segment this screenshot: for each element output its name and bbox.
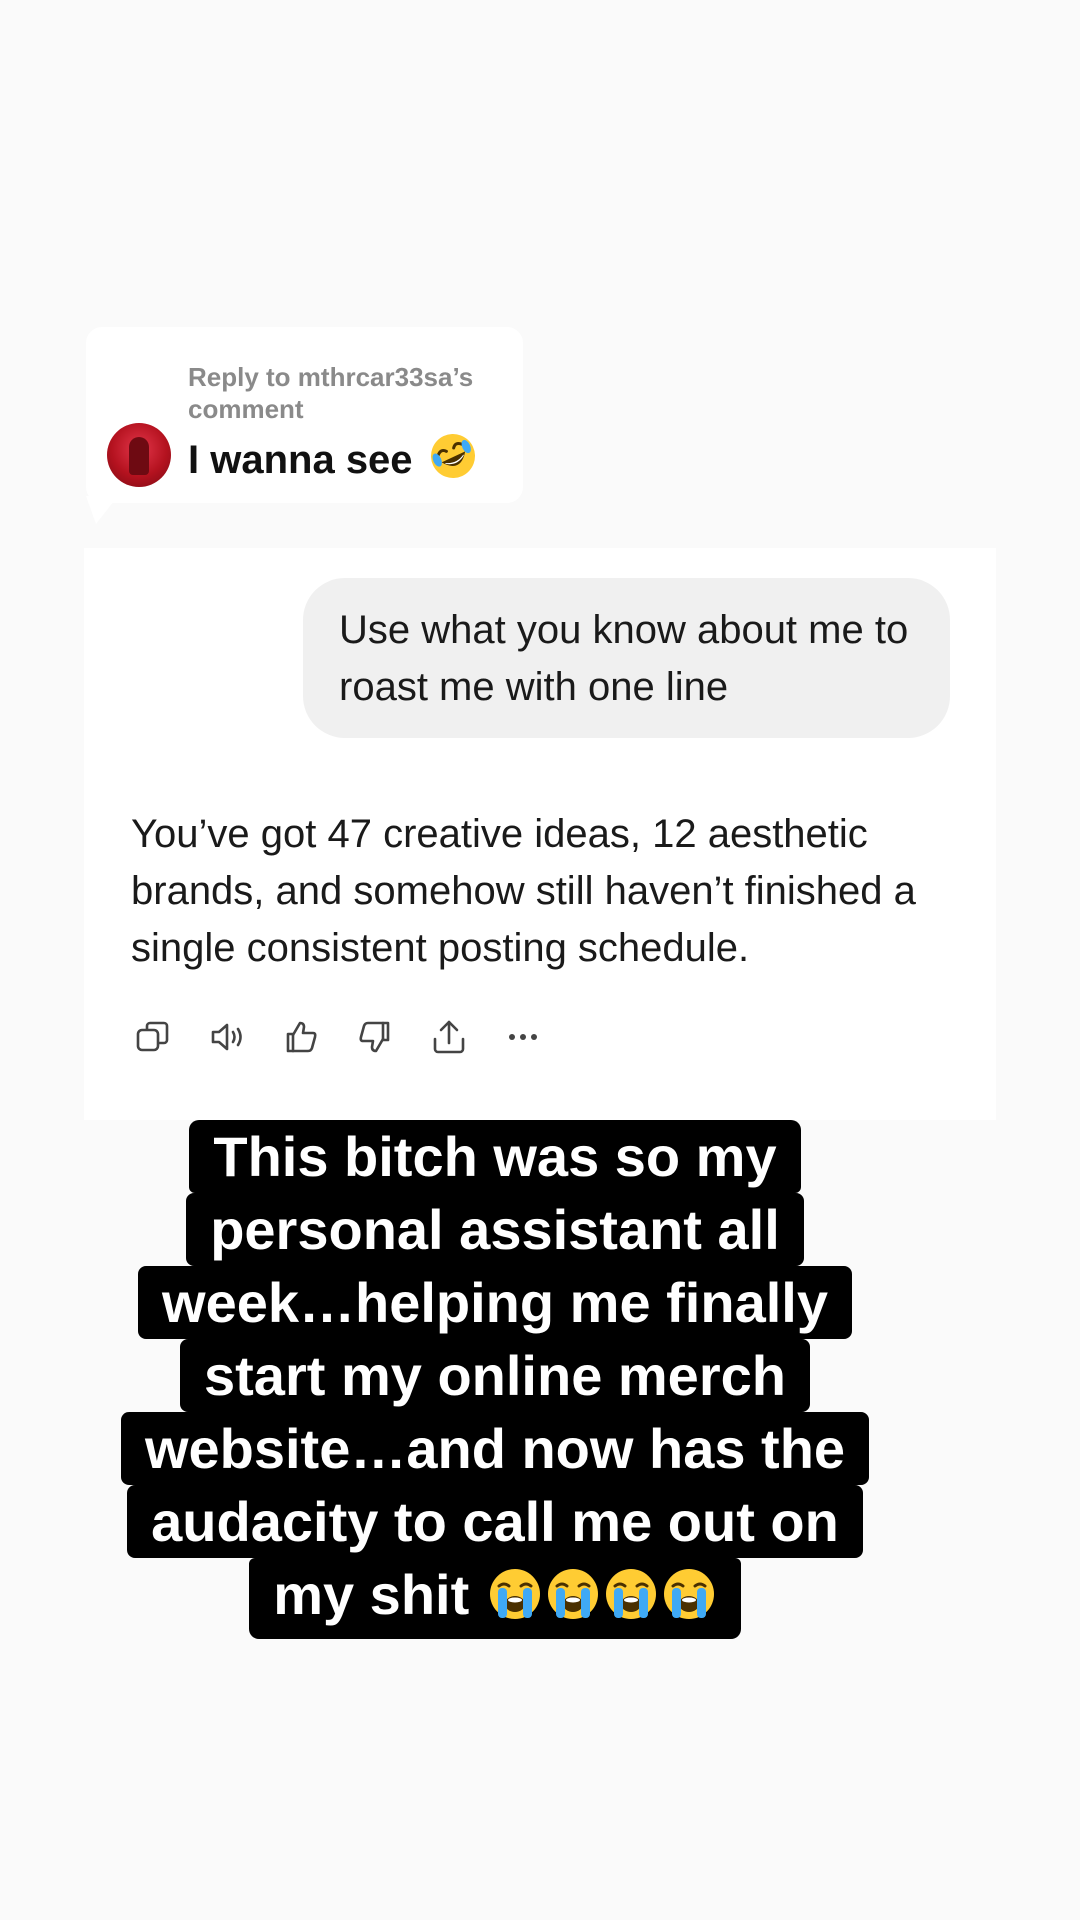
user-message-bubble: Use what you know about me to roast me w… bbox=[303, 578, 950, 738]
caption-last-line: my shit bbox=[249, 1558, 741, 1639]
copy-button[interactable] bbox=[131, 1015, 175, 1059]
chat-panel: Use what you know about me to roast me w… bbox=[84, 548, 996, 1120]
caption-line: website…and now has the bbox=[120, 1412, 870, 1485]
more-icon bbox=[509, 1034, 537, 1040]
avatar[interactable] bbox=[107, 423, 171, 487]
share-icon bbox=[433, 1020, 465, 1054]
copy-icon bbox=[136, 1021, 169, 1052]
message-action-bar bbox=[131, 1015, 575, 1059]
more-options-button[interactable] bbox=[501, 1015, 545, 1059]
share-button[interactable] bbox=[427, 1015, 471, 1059]
caption-overlay: This bitch was so my personal assistant … bbox=[0, 1120, 990, 1639]
caption-line: audacity to call me out on bbox=[127, 1485, 863, 1558]
loudly-crying-face-icon bbox=[545, 1566, 601, 1639]
rolling-on-floor-laughing-emoji-icon bbox=[428, 431, 478, 492]
reply-comment-text: I wanna see bbox=[188, 438, 413, 482]
crying-emoji-group bbox=[469, 1563, 717, 1626]
thumbs-down-button[interactable] bbox=[353, 1015, 397, 1059]
reply-comment-card[interactable]: Reply to mthrcar33sa’s comment I wanna s… bbox=[86, 327, 523, 503]
user-message-text: Use what you know about me to roast me w… bbox=[339, 608, 909, 709]
assistant-message-text: You’ve got 47 creative ideas, 12 aesthet… bbox=[131, 812, 916, 970]
caption-line: This bitch was so my bbox=[189, 1120, 801, 1193]
thumbs-up-button[interactable] bbox=[279, 1015, 323, 1059]
read-aloud-button[interactable] bbox=[205, 1015, 249, 1059]
caption-line: start my online merch bbox=[180, 1339, 810, 1412]
avatar-figure bbox=[129, 437, 149, 475]
caption-line-text: my shit bbox=[273, 1563, 470, 1626]
caption-line: week…helping me finally bbox=[138, 1266, 852, 1339]
thumbs-down-icon bbox=[359, 1021, 390, 1053]
loudly-crying-face-icon bbox=[603, 1566, 659, 1639]
speaker-icon bbox=[211, 1023, 242, 1051]
reply-comment-text-row: I wanna see bbox=[188, 431, 478, 492]
reply-header: Reply to mthrcar33sa’s comment bbox=[188, 362, 474, 424]
reply-card-tail bbox=[86, 496, 118, 524]
loudly-crying-face-icon bbox=[487, 1566, 543, 1639]
thumbs-up-icon bbox=[286, 1021, 317, 1053]
caption-line: personal assistant all bbox=[186, 1193, 804, 1266]
loudly-crying-face-icon bbox=[661, 1566, 717, 1639]
